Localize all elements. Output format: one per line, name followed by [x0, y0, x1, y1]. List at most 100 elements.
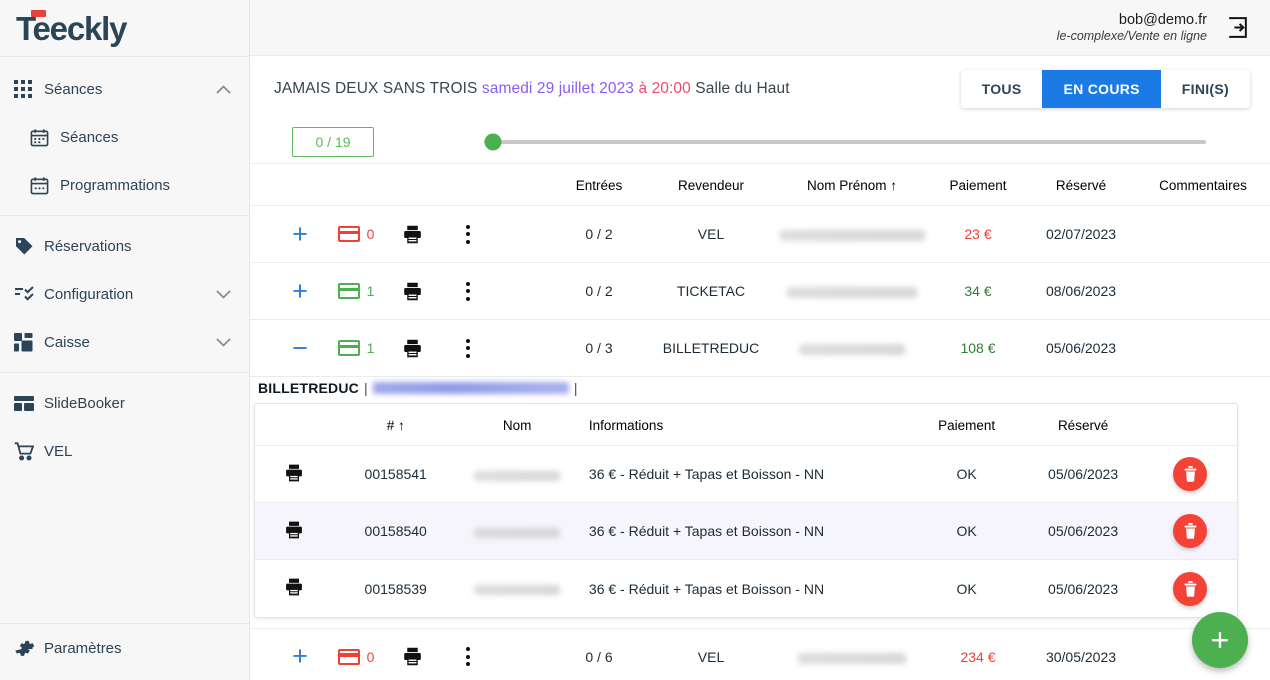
more-vertical-icon[interactable]: [440, 281, 496, 301]
more-vertical-icon[interactable]: [440, 338, 496, 358]
redacted-name: [474, 470, 561, 481]
cell-commentaires: [1136, 319, 1270, 378]
redacted-email[interactable]: [372, 382, 569, 395]
col-header-revendeur[interactable]: Revendeur: [648, 164, 774, 207]
printer-icon[interactable]: [384, 338, 440, 359]
payment-card-badge[interactable]: 1: [328, 283, 384, 300]
table-row[interactable]: + 0: [250, 205, 1270, 264]
sub-cell-print[interactable]: [255, 502, 334, 561]
expand-row-button[interactable]: +: [272, 220, 328, 248]
chevron-down-icon[interactable]: [216, 337, 231, 347]
sub-header-row: # ↑ Nom Informations Paiement Réservé: [255, 404, 1237, 447]
chevron-up-icon[interactable]: [216, 84, 231, 94]
printer-icon[interactable]: [284, 520, 304, 540]
sub-col-header-informations[interactable]: Informations: [576, 404, 911, 447]
credit-card-icon: [337, 226, 360, 243]
redacted-name: [799, 344, 905, 356]
sub-cell-number: 00158541: [333, 445, 458, 504]
tab-finis[interactable]: FINI(S): [1160, 70, 1250, 109]
col-header-actions: [250, 164, 550, 207]
sidebar-item-caisse[interactable]: Caisse: [0, 318, 249, 366]
add-reservation-button[interactable]: +: [1192, 612, 1248, 668]
cell-nom-prenom: [774, 319, 930, 378]
sidebar-divider: [0, 215, 249, 216]
payment-card-badge[interactable]: 0: [328, 648, 384, 665]
row-actions: − 1: [250, 319, 550, 378]
progress-row: 0 / 19: [250, 120, 1270, 165]
sub-cell-paiement: OK: [910, 502, 1023, 561]
cell-commentaires: [1136, 205, 1270, 264]
table-row[interactable]: − 1 0 / 3 BILLETREDUC 108 € 05/06/2023: [250, 319, 1270, 378]
col-header-paiement[interactable]: Paiement: [930, 164, 1026, 207]
sub-cell-informations: 36 € - Réduit + Tapas et Boisson - NN: [576, 502, 911, 561]
more-vertical-icon[interactable]: [440, 224, 496, 244]
sidebar-item-slidebooker[interactable]: SlideBooker: [0, 379, 249, 427]
sidebar-item-parametres[interactable]: Paramètres: [0, 624, 249, 672]
sub-cell-print[interactable]: [255, 445, 334, 504]
cell-revendeur: VEL: [648, 628, 774, 680]
printer-icon[interactable]: [284, 463, 304, 483]
sub-col-header-nom[interactable]: Nom: [457, 404, 577, 447]
tab-tous[interactable]: TOUS: [960, 70, 1043, 109]
col-header-reserve[interactable]: Réservé: [1026, 164, 1136, 207]
session-header: JAMAIS DEUX SANS TROIS samedi 29 juillet…: [250, 56, 1270, 120]
sidebar-item-reservations[interactable]: Réservations: [0, 222, 249, 270]
sub-cell-nom: [457, 560, 576, 617]
sidebar-item-configuration[interactable]: Configuration: [0, 270, 249, 318]
col-header-entrees[interactable]: Entrées: [550, 164, 648, 207]
table-row[interactable]: 00158539 36 € - Réduit + Tapas et Boisso…: [255, 560, 1237, 617]
credit-card-icon: [337, 648, 360, 665]
sidebar-item-programmations[interactable]: Programmations: [0, 161, 249, 209]
sub-cell-print[interactable]: [255, 560, 334, 617]
payment-card-badge[interactable]: 0: [328, 226, 384, 243]
trash-icon[interactable]: [1173, 571, 1208, 606]
col-header-commentaires[interactable]: Commentaires: [1136, 164, 1270, 207]
sub-cell-number: 00158539: [364, 580, 427, 597]
card-count: 1: [366, 283, 375, 300]
sidebar-item-vel[interactable]: VEL: [0, 427, 249, 475]
expanded-detail-cell: BILLETREDUC | | # ↑ Nom Informations Pai…: [250, 376, 1270, 629]
sub-cell-nom: [457, 502, 577, 561]
sub-col-header-print: [255, 404, 334, 447]
slider-thumb[interactable]: [484, 133, 502, 151]
tab-en-cours[interactable]: EN COURS: [1042, 70, 1161, 109]
table-row[interactable]: 00158540 36 € - Réduit + Tapas et Boisso…: [255, 502, 1237, 561]
collapse-row-button[interactable]: −: [272, 334, 328, 362]
expand-row-button[interactable]: +: [272, 277, 328, 305]
table-row[interactable]: 00158541 36 € - Réduit + Tapas et Boisso…: [255, 445, 1237, 504]
dashboard-icon: [14, 332, 44, 352]
logo-container[interactable]: Teeckly: [0, 0, 249, 57]
sidebar-item-seances[interactable]: Séances: [0, 113, 249, 161]
more-vertical-icon[interactable]: [440, 647, 496, 667]
logout-icon[interactable]: [1225, 15, 1250, 40]
table-row[interactable]: + 0: [250, 628, 1270, 680]
app-root: Teeckly Séances Séances Programmations R…: [0, 0, 1270, 680]
printer-icon[interactable]: [284, 577, 304, 597]
printer-icon[interactable]: [384, 281, 440, 302]
sub-col-header-number[interactable]: # ↑: [333, 404, 458, 447]
printer-icon[interactable]: [384, 646, 440, 667]
sub-col-header-reserve[interactable]: Réservé: [1022, 404, 1144, 447]
payment-card-badge[interactable]: 1: [328, 340, 384, 357]
sub-cell-informations: 36 € - Réduit + Tapas et Boisson - NN: [588, 580, 825, 597]
sub-col-header-paiement[interactable]: Paiement: [910, 404, 1023, 447]
slider-track: [484, 139, 1206, 144]
trash-icon[interactable]: [1173, 514, 1208, 549]
col-header-nom-prenom[interactable]: Nom Prénom ↑: [774, 164, 930, 207]
table-row[interactable]: + 1 0 / 2 TICKETAC 34 € 08/06/2023: [250, 262, 1270, 321]
progress-slider[interactable]: [484, 132, 1206, 152]
trash-icon[interactable]: [1173, 457, 1208, 492]
cell-entrees: 0 / 2: [550, 262, 648, 321]
sidebar-item-seances-group[interactable]: Séances: [0, 65, 249, 113]
cell-reserve: 05/06/2023: [1026, 319, 1136, 378]
redacted-name: [474, 585, 561, 596]
cell-entrees: 0 / 6: [550, 628, 648, 680]
sub-cell-number: 00158540: [333, 502, 458, 561]
tickets-table-head: # ↑ Nom Informations Paiement Réservé: [255, 404, 1237, 447]
chevron-down-icon[interactable]: [216, 289, 231, 299]
session-room: Salle du Haut: [695, 80, 790, 98]
checklist-icon: [14, 286, 44, 302]
expand-row-button[interactable]: +: [272, 643, 328, 670]
cell-reserve: 30/05/2023: [1026, 628, 1136, 680]
printer-icon[interactable]: [384, 224, 440, 245]
